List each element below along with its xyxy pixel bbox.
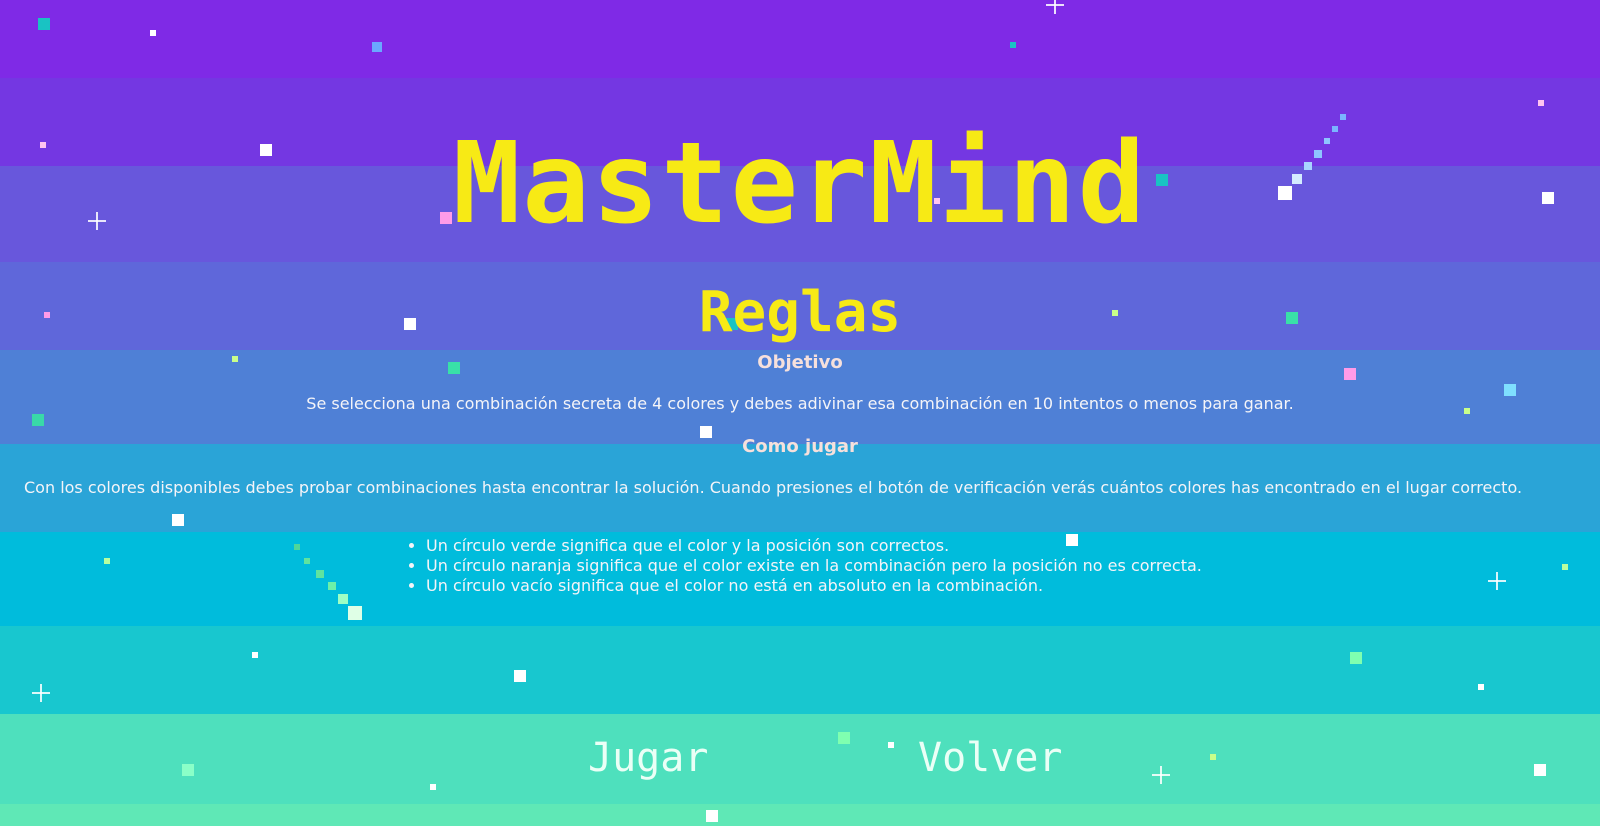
rules-list: Un círculo verde significa que el color … [408,536,1202,596]
back-button[interactable]: Volver [918,734,1063,782]
rule-item-empty: Un círculo vacío significa que el color … [426,576,1202,596]
rule-item-orange: Un círculo naranja significa que el colo… [426,556,1202,576]
how-to-play-text: Con los colores disponibles debes probar… [24,478,1523,497]
how-to-play-heading: Como jugar [742,436,858,457]
rules-screen: MasterMind Reglas Objetivo Se selecciona… [0,0,1600,826]
app-title: MasterMind [452,119,1148,250]
page-subtitle: Reglas [698,280,902,346]
objective-heading: Objetivo [757,352,843,373]
objective-text: Se selecciona una combinación secreta de… [306,394,1294,413]
rule-item-green: Un círculo verde significa que el color … [426,536,1202,556]
play-button[interactable]: Jugar [588,734,708,782]
